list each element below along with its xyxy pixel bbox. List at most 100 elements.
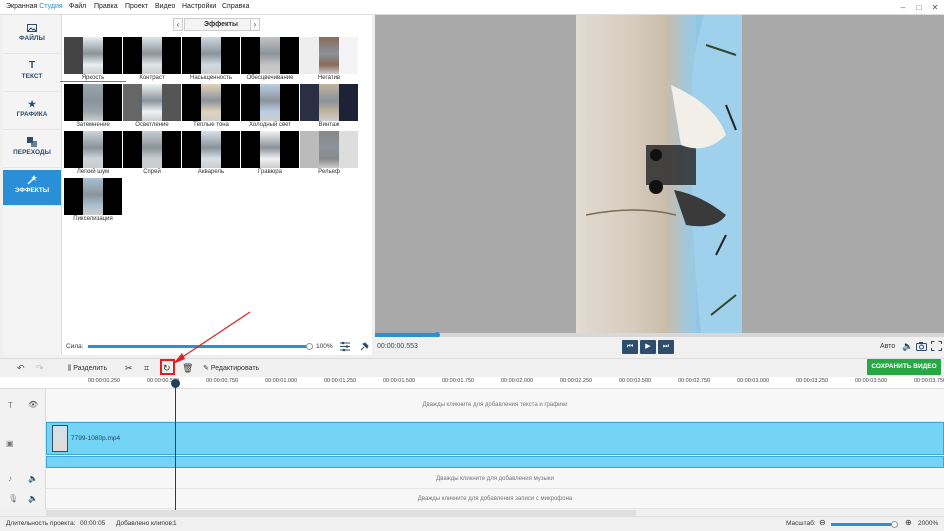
zoom-value: 2000% (918, 520, 939, 527)
menu-file[interactable]: Файл (69, 3, 86, 10)
video-frame[interactable] (576, 15, 742, 333)
ruler-tick-label: 00:00:01.500 (383, 378, 416, 384)
effect-thumbnail[interactable]: Осветление (123, 84, 181, 132)
effect-thumbnail[interactable]: Рельеф (300, 131, 358, 179)
effect-preview-image (300, 131, 358, 168)
ruler-tick-label: 00:00:02.250 (560, 378, 593, 384)
crop-icon[interactable]: ⌗ (144, 362, 149, 375)
microphone-icon: 🎙 (8, 494, 19, 503)
play-icon[interactable]: ▶ (640, 340, 656, 354)
star-icon: ★ (27, 99, 37, 109)
zoom-in-icon[interactable]: ⊕ (905, 518, 912, 527)
zoom-slider-handle[interactable] (891, 521, 898, 528)
effect-preview-image (64, 84, 122, 121)
clips-value: 1 (173, 520, 177, 527)
wand-icon (27, 175, 37, 185)
undo-icon[interactable]: ↶ (17, 362, 25, 375)
eye-icon[interactable]: 👁 (28, 400, 38, 409)
menu-help[interactable]: Справка (222, 3, 249, 10)
edit-toolbar: ↶ ↷ ⫼ Разделить ✂ ⌗ ↻ 🗑 ✎ Редактировать (0, 358, 944, 377)
speaker-icon[interactable]: 🔈 (28, 474, 38, 483)
effects-title: Эффекты (184, 18, 258, 31)
ruler-tick-label: 00:00:03.500 (855, 378, 888, 384)
ruler-tick-label: 00:00:03.250 (796, 378, 829, 384)
video-clip[interactable]: 7799-1080p.mp4 (46, 422, 944, 455)
chevron-right-icon[interactable]: › (250, 18, 260, 31)
strength-slider-handle[interactable] (306, 343, 313, 350)
effect-thumbnail[interactable]: Тёплые тона (182, 84, 240, 132)
settings-sliders-icon[interactable] (339, 341, 351, 352)
sidebar-item-graphics[interactable]: ★ ГРАФИКА (3, 94, 61, 130)
effect-preview-image (182, 84, 240, 121)
zoom-slider[interactable] (831, 523, 895, 526)
redo-icon[interactable]: ↷ (36, 362, 44, 375)
quality-mode[interactable]: Авто (880, 343, 895, 350)
effect-preview-image (123, 84, 181, 121)
effect-label: Негатив (317, 75, 341, 81)
annotation-arrow (173, 311, 251, 364)
effect-thumbnail[interactable]: Винтаж (300, 84, 358, 132)
effect-preview-image (241, 84, 299, 121)
video-track-header: ▣ (0, 422, 46, 469)
video-camera-icon: ▣ (6, 439, 14, 448)
effect-label: Контраст (139, 75, 165, 81)
maximize-button[interactable]: □ (912, 2, 926, 13)
clips-label: Добавлено клипов: (116, 520, 174, 527)
effect-thumbnail[interactable]: Пикселизация (64, 178, 122, 226)
skip-forward-icon[interactable]: ⏭ (658, 340, 674, 354)
minimize-button[interactable]: – (896, 2, 910, 13)
text-icon: T (28, 60, 36, 71)
split-icon: ⫼ (68, 365, 72, 372)
effect-thumbnail[interactable]: Холодный свет (241, 84, 299, 132)
effect-thumbnail[interactable]: Контраст (123, 37, 181, 85)
camera-icon[interactable] (916, 341, 927, 351)
sidebar-item-effects[interactable]: ЭФФЕКТЫ (3, 170, 61, 206)
save-video-button[interactable]: СОХРАНИТЬ ВИДЕО (867, 359, 941, 375)
app-title: Экранная Студия (6, 3, 63, 10)
menu-project[interactable]: Проект (125, 3, 148, 10)
split-button[interactable]: ⫼ Разделить (68, 362, 107, 375)
speaker-icon[interactable]: 🔈 (28, 494, 38, 503)
effect-thumbnail[interactable]: Акварель (182, 131, 240, 179)
fullscreen-icon[interactable] (931, 341, 942, 351)
effect-thumbnail[interactable]: Гравюра (241, 131, 299, 179)
effects-header: ‹ Эффекты › (62, 18, 373, 32)
sidebar-item-text[interactable]: T ТЕКСТ (3, 56, 61, 92)
sidebar-item-label: ГРАФИКА (16, 111, 48, 118)
mic-track[interactable]: Дважды кликните для добавления записи с … (46, 489, 944, 509)
sidebar-item-transitions[interactable]: ПЕРЕХОДЫ (3, 132, 61, 168)
menu-video[interactable]: Видео (155, 3, 175, 10)
effect-label: Затемнение (76, 122, 110, 128)
pin-icon[interactable] (358, 341, 370, 352)
menu-settings[interactable]: Настройки (182, 3, 216, 10)
effect-thumbnail[interactable]: Легкий шум (64, 131, 122, 179)
scissors-icon[interactable]: ✂ (125, 362, 133, 375)
ruler-tick-label: 00:00:02.750 (678, 378, 711, 384)
text-track[interactable]: Дважды кликните для добавления текста и … (46, 389, 944, 422)
effects-panel: ‹ Эффекты › Яркость Контраст Насыщенность О… (60, 15, 373, 355)
volume-icon[interactable]: 🔈 (902, 341, 913, 352)
playhead[interactable] (175, 381, 176, 511)
effect-thumbnail[interactable]: Насыщенность (182, 37, 240, 85)
effect-thumbnail[interactable]: Затемнение (64, 84, 122, 132)
effect-thumbnail[interactable]: Обесцвечивание (241, 37, 299, 85)
effect-thumbnail[interactable]: Яркость (60, 37, 126, 85)
skip-back-icon[interactable]: ⏮ (622, 340, 638, 354)
music-track[interactable]: Дважды кликните для добавления музыки (46, 469, 944, 489)
effect-thumbnail[interactable]: Спрей (123, 131, 181, 179)
strength-label: Сила: (66, 343, 84, 350)
effect-thumbnail[interactable]: Негатив (300, 37, 358, 85)
transitions-icon (27, 137, 37, 147)
music-note-icon: ♪ (8, 474, 12, 483)
menu-edit[interactable]: Правка (94, 3, 118, 10)
ruler-tick-label: 00:00:00.250 (88, 378, 121, 384)
clip-name: 7799-1080p.mp4 (71, 435, 121, 442)
clip-audio[interactable] (46, 456, 944, 468)
zoom-out-icon[interactable]: ⊖ (819, 518, 826, 527)
timeline-ruler[interactable]: 00:00:00.250 00:00:00.500 00:00:00.750 00:0… (0, 377, 944, 389)
effect-label: Осветление (135, 122, 169, 128)
close-button[interactable]: ✕ (928, 2, 942, 13)
effect-label: Рельеф (318, 169, 340, 175)
chevron-left-icon[interactable]: ‹ (173, 18, 183, 31)
sidebar-item-files[interactable]: ФАЙЛЫ (3, 18, 61, 54)
